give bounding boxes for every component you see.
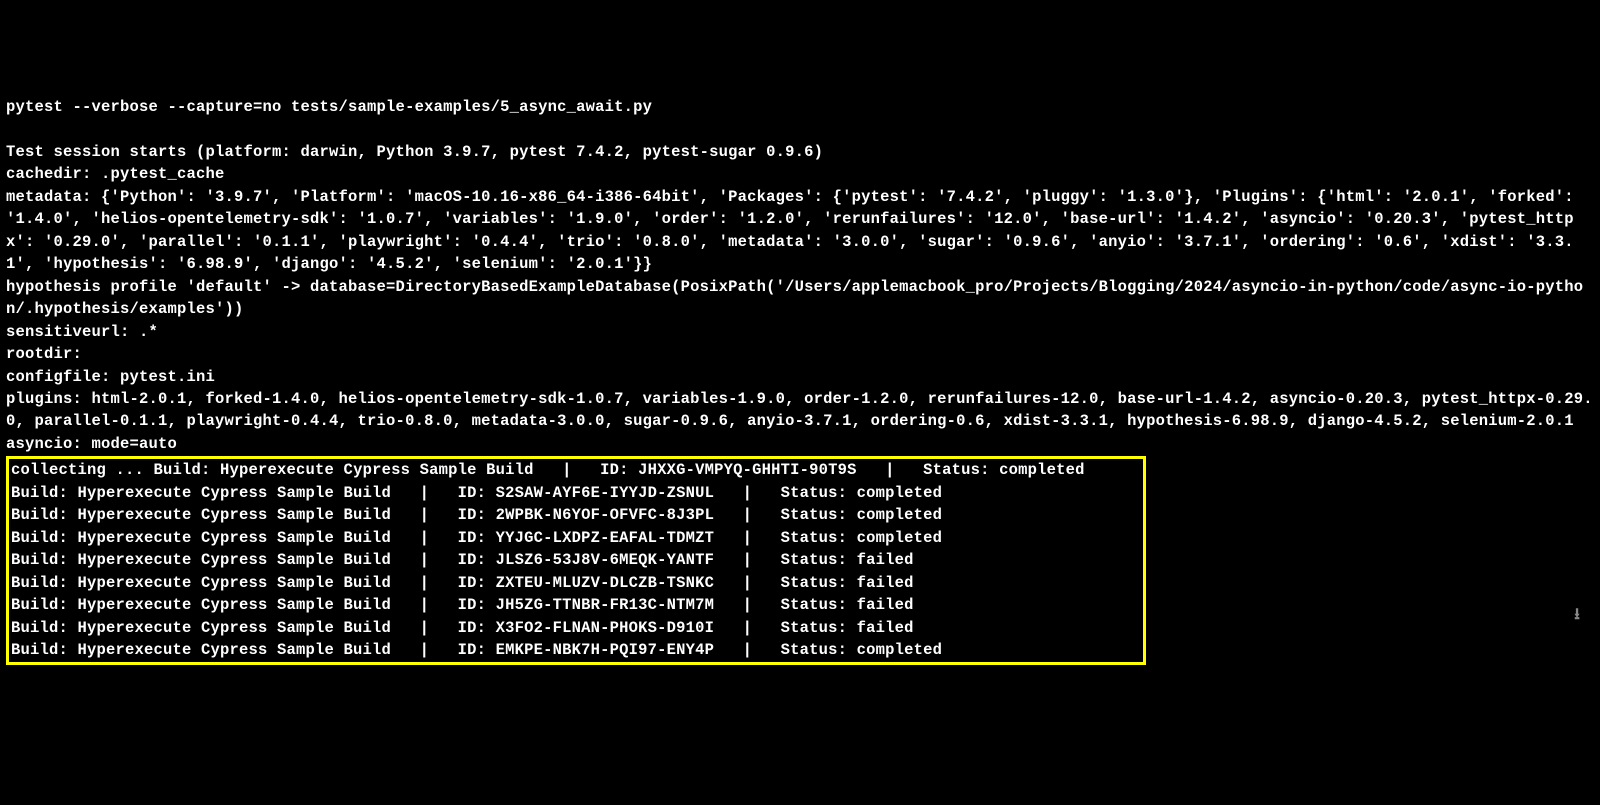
command-line: pytest --verbose --capture=no tests/samp… — [6, 98, 652, 116]
session-header: Test session starts (platform: darwin, P… — [6, 143, 823, 161]
build-row: Build: Hyperexecute Cypress Sample Build… — [11, 594, 1141, 616]
build-row: Build: Hyperexecute Cypress Sample Build… — [11, 572, 1141, 594]
configfile-line: configfile: pytest.ini — [6, 368, 215, 386]
collecting-row: collecting ... Build: Hyperexecute Cypre… — [11, 459, 1141, 481]
first-build-row: Build: Hyperexecute Cypress Sample Build… — [154, 461, 1085, 479]
plugins-line: plugins: html-2.0.1, forked-1.4.0, helio… — [6, 390, 1593, 430]
scroll-down-icon[interactable]: ⭳ — [1574, 604, 1580, 627]
cachedir-line: cachedir: .pytest_cache — [6, 165, 225, 183]
build-row: Build: Hyperexecute Cypress Sample Build… — [11, 527, 1141, 549]
build-row: Build: Hyperexecute Cypress Sample Build… — [11, 639, 1141, 661]
rootdir-line: rootdir: — [6, 345, 82, 363]
asyncio-line: asyncio: mode=auto — [6, 435, 177, 453]
hypothesis-line: hypothesis profile 'default' -> database… — [6, 278, 1583, 318]
build-row: Build: Hyperexecute Cypress Sample Build… — [11, 549, 1141, 571]
metadata-line: metadata: {'Python': '3.9.7', 'Platform'… — [6, 188, 1583, 273]
collecting-prefix: collecting ... — [11, 461, 154, 479]
sensitiveurl-line: sensitiveurl: .* — [6, 323, 158, 341]
build-row: Build: Hyperexecute Cypress Sample Build… — [11, 504, 1141, 526]
build-row: Build: Hyperexecute Cypress Sample Build… — [11, 482, 1141, 504]
highlighted-output-box: collecting ... Build: Hyperexecute Cypre… — [6, 456, 1146, 664]
build-row: Build: Hyperexecute Cypress Sample Build… — [11, 617, 1141, 639]
